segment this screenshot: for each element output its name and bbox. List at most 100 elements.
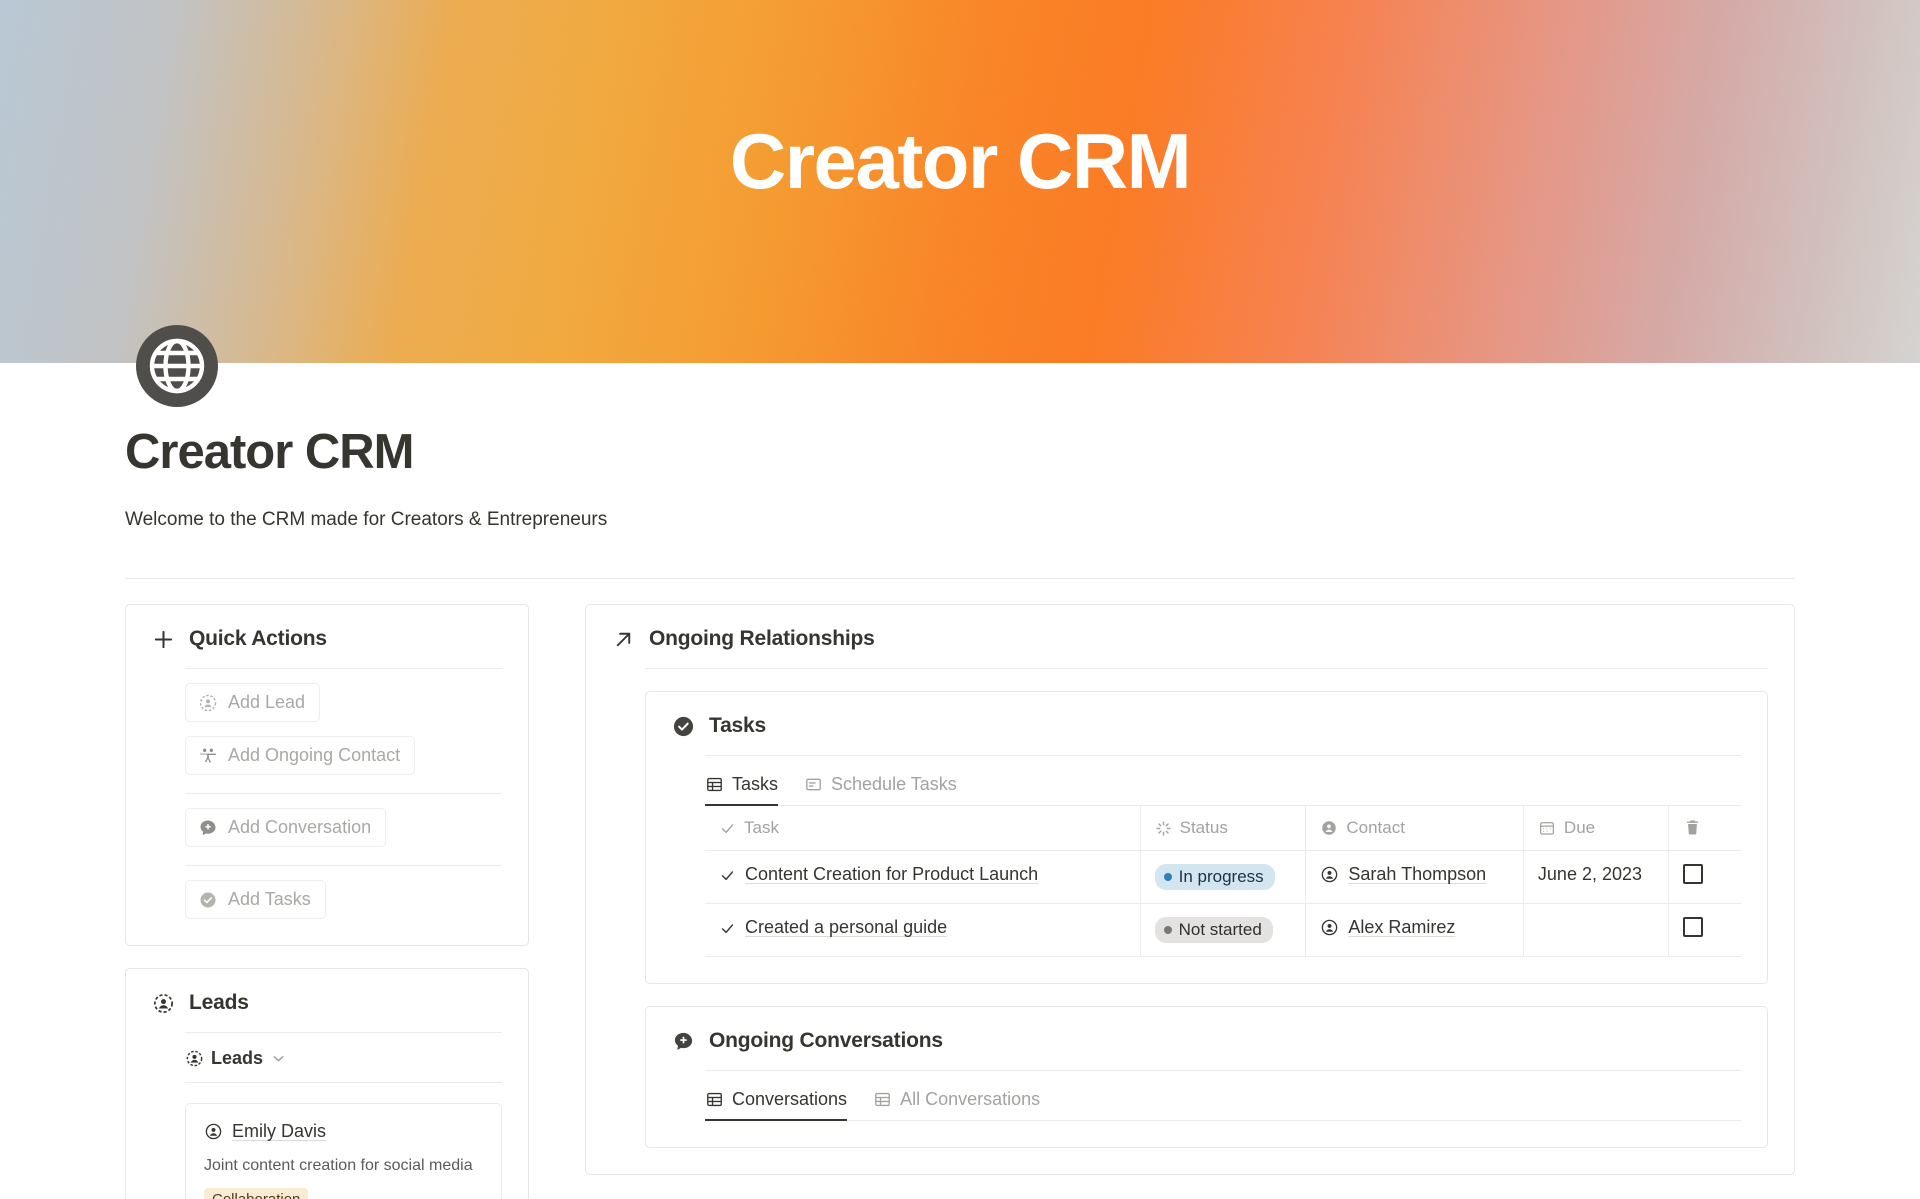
cell-contact[interactable]: Sarah Thompson — [1305, 850, 1524, 905]
due-date: June 2, 2023 — [1537, 864, 1643, 885]
arrow-up-right-icon — [612, 628, 635, 651]
tab-all-conversations[interactable]: All Conversations — [873, 1089, 1040, 1121]
tab-schedule-tasks-label: Schedule Tasks — [831, 774, 957, 795]
cell-status[interactable]: In progress — [1140, 850, 1307, 905]
check-icon — [719, 820, 736, 837]
status-badge: In progress — [1154, 864, 1275, 891]
column-header-due-label: Due — [1563, 818, 1596, 838]
leads-rule — [185, 1032, 502, 1034]
cell-task[interactable]: Created a personal guide — [705, 903, 1141, 958]
check-icon — [719, 917, 736, 937]
cell-contact[interactable]: Alex Ramirez — [1305, 903, 1524, 958]
page-subtitle: Welcome to the CRM made for Creators & E… — [125, 508, 608, 530]
quick-actions-title: Quick Actions — [189, 627, 327, 651]
status-dot — [1163, 926, 1172, 935]
chevron-down-icon[interactable] — [270, 1050, 287, 1067]
contact-name: Alex Ramirez — [1348, 917, 1456, 938]
column-header-contact-label: Contact — [1346, 818, 1405, 838]
leads-view-tab-label: Leads — [211, 1048, 264, 1069]
add-conversation-button[interactable]: Add Conversation — [185, 808, 387, 848]
cell-checkbox[interactable] — [1668, 850, 1741, 905]
column-header-delete[interactable] — [1668, 806, 1741, 852]
quick-actions-card: Quick Actions Add Lead Add Ongoing Conta… — [125, 604, 529, 947]
ongoing-relationships-header: Ongoing Relationships — [612, 627, 1768, 651]
tasks-tabs: Tasks Schedule Tasks — [705, 774, 1741, 807]
lead-icon — [198, 693, 218, 713]
contact-name: Sarah Thompson — [1348, 864, 1487, 885]
lead-description: Joint content creation for social media — [204, 1157, 473, 1175]
row-checkbox[interactable] — [1682, 864, 1703, 885]
cell-checkbox[interactable] — [1668, 903, 1741, 958]
tab-tasks[interactable]: Tasks — [705, 774, 779, 807]
calendar-icon — [1538, 819, 1556, 837]
add-tasks-button[interactable]: Add Tasks — [185, 880, 326, 920]
add-lead-button[interactable]: Add Lead — [185, 683, 321, 723]
left-column: Quick Actions Add Lead Add Ongoing Conta… — [125, 604, 529, 1199]
right-column: Ongoing Relationships Tasks Tasks Schedu… — [585, 604, 1795, 1176]
conversations-tabs: Conversations All Conversations — [705, 1089, 1741, 1122]
row-checkbox[interactable] — [1682, 917, 1703, 938]
chat-plus-icon — [198, 818, 218, 838]
tab-tasks-label: Tasks — [732, 774, 779, 795]
column-header-task[interactable]: Task — [705, 806, 1141, 852]
page-title: Creator CRM — [125, 425, 414, 479]
table-row[interactable]: Content Creation for Product Launch In p… — [705, 850, 1741, 905]
ongoing-relationships-title: Ongoing Relationships — [649, 627, 875, 651]
check-circle-filled-icon — [672, 715, 695, 738]
add-tasks-label: Add Tasks — [228, 889, 311, 910]
lead-icon — [152, 992, 175, 1015]
check-circle-icon — [198, 890, 218, 910]
ongoing-relationships-rule — [645, 668, 1768, 670]
leads-tabs-rule — [185, 1082, 502, 1084]
person-icon — [1320, 865, 1339, 884]
quick-actions-buttons: Add Lead Add Ongoing Contact Add Convers… — [152, 669, 502, 920]
trash-icon[interactable] — [1683, 818, 1702, 837]
column-header-contact[interactable]: Contact — [1305, 806, 1524, 852]
lead-name-row: Emily Davis — [204, 1121, 483, 1142]
ongoing-conversations-header: Ongoing Conversations — [672, 1029, 1741, 1053]
ongoing-conversations-rule — [705, 1070, 1741, 1072]
cell-due[interactable] — [1523, 903, 1669, 958]
add-ongoing-contact-label: Add Ongoing Contact — [228, 745, 401, 766]
quick-actions-header: Quick Actions — [152, 627, 502, 651]
list-item[interactable]: Emily Davis Joint content creation for s… — [185, 1103, 502, 1199]
cell-status[interactable]: Not started — [1140, 903, 1307, 958]
list-icon — [804, 775, 823, 794]
add-conversation-label: Add Conversation — [228, 817, 372, 838]
table-icon — [705, 775, 724, 794]
tasks-table: Task Status Contact Due Content Creation… — [705, 806, 1741, 958]
column-header-status[interactable]: Status — [1140, 806, 1307, 852]
lead-tag: Collaboration — [204, 1188, 309, 1199]
tasks-card: Tasks Tasks Schedule Tasks Task Status C… — [645, 691, 1768, 985]
table-row[interactable]: Created a personal guide Not started Ale… — [705, 903, 1741, 958]
leads-header: Leads — [152, 991, 502, 1015]
people-icon — [198, 746, 218, 766]
status-badge: Not started — [1154, 917, 1273, 944]
column-header-due[interactable]: Due — [1523, 806, 1669, 852]
task-title: Created a personal guide — [745, 917, 948, 938]
page-cover-banner: Creator CRM — [0, 0, 1920, 363]
ongoing-relationships-panel: Ongoing Relationships Tasks Tasks Schedu… — [585, 604, 1795, 1176]
table-icon — [705, 1090, 724, 1109]
ongoing-conversations-title: Ongoing Conversations — [709, 1029, 943, 1053]
tab-all-conversations-label: All Conversations — [900, 1089, 1041, 1110]
globe-icon[interactable] — [136, 325, 218, 407]
chat-plus-icon — [672, 1030, 695, 1053]
tasks-header: Tasks — [672, 714, 1741, 738]
leads-card: Leads Leads Emily Davis Joint content cr… — [125, 968, 529, 1199]
lead-name: Emily Davis — [232, 1121, 327, 1142]
ongoing-conversations-card: Ongoing Conversations Conversations All … — [645, 1006, 1768, 1149]
tasks-rule — [705, 755, 1741, 757]
banner-title: Creator CRM — [729, 117, 1192, 205]
tab-conversations[interactable]: Conversations — [705, 1089, 848, 1122]
lead-icon — [185, 1049, 204, 1068]
cell-task[interactable]: Content Creation for Product Launch — [705, 850, 1141, 905]
cell-due[interactable]: June 2, 2023 — [1523, 850, 1669, 905]
table-icon — [873, 1090, 892, 1109]
person-icon — [1320, 819, 1338, 837]
person-icon — [204, 1122, 223, 1141]
tab-conversations-label: Conversations — [732, 1089, 848, 1110]
tab-schedule-tasks[interactable]: Schedule Tasks — [804, 774, 957, 806]
add-ongoing-contact-button[interactable]: Add Ongoing Contact — [185, 736, 416, 776]
leads-view-tab[interactable]: Leads — [152, 1048, 502, 1069]
